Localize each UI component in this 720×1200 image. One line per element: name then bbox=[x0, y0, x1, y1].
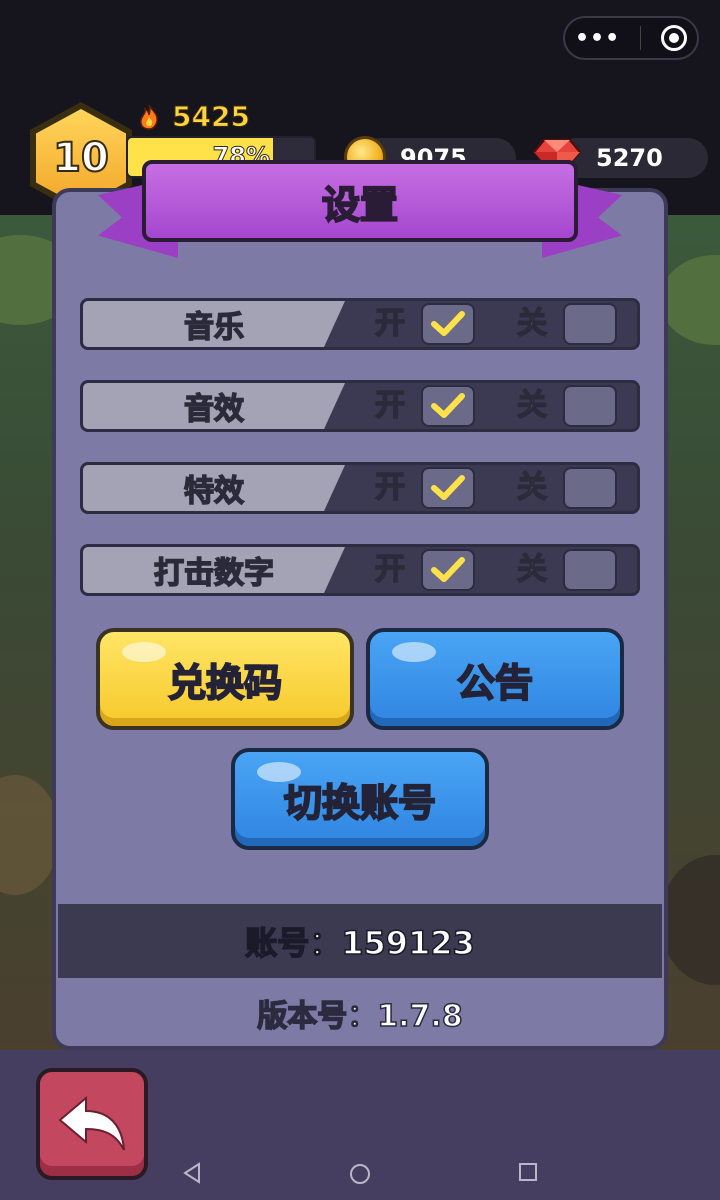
music-on-checkbox[interactable] bbox=[421, 303, 475, 345]
setting-label: 打击数字 bbox=[153, 555, 275, 592]
off-label: 关 bbox=[516, 469, 548, 506]
capsule-divider bbox=[640, 26, 642, 50]
background-foliage bbox=[660, 855, 720, 985]
setting-row-damage-numbers: 打击数字 开 关 bbox=[80, 544, 640, 596]
system-home-icon[interactable] bbox=[348, 1162, 372, 1186]
more-dots-icon[interactable]: ••• bbox=[575, 26, 620, 51]
switch-account-button[interactable]: 切换账号 bbox=[231, 748, 489, 850]
setting-label: 音效 bbox=[183, 391, 245, 428]
setting-row-sound-effects: 音效 开 关 bbox=[80, 380, 640, 432]
redeem-code-label: 兑换码 bbox=[167, 660, 283, 706]
on-label: 开 bbox=[374, 387, 406, 424]
notice-label: 公告 bbox=[456, 660, 534, 706]
button-shine bbox=[392, 642, 436, 662]
effects-off-checkbox[interactable] bbox=[563, 467, 617, 509]
setting-label: 特效 bbox=[183, 473, 245, 510]
background-foliage bbox=[660, 255, 720, 345]
sound-on-checkbox[interactable] bbox=[421, 385, 475, 427]
dialog-title: 设置 bbox=[321, 182, 399, 228]
system-back-icon[interactable] bbox=[182, 1162, 202, 1184]
switch-account-label: 切换账号 bbox=[283, 780, 437, 826]
off-label: 关 bbox=[516, 305, 548, 342]
off-label: 关 bbox=[516, 387, 548, 424]
fire-icon bbox=[140, 104, 158, 130]
setting-label: 音乐 bbox=[183, 309, 245, 346]
back-arrow-icon bbox=[58, 1095, 125, 1151]
sound-off-checkbox[interactable] bbox=[563, 385, 617, 427]
notice-button[interactable]: 公告 bbox=[366, 628, 624, 730]
damage-numbers-on-checkbox[interactable] bbox=[421, 549, 475, 591]
on-label: 开 bbox=[374, 551, 406, 588]
music-off-checkbox[interactable] bbox=[563, 303, 617, 345]
redeem-code-button[interactable]: 兑换码 bbox=[96, 628, 354, 730]
checkmark-icon bbox=[431, 393, 465, 418]
checkmark-icon bbox=[431, 311, 465, 336]
version-number: 版本号：1.7.8 bbox=[257, 998, 464, 1035]
on-label: 开 bbox=[374, 469, 406, 506]
target-circle-icon[interactable] bbox=[661, 25, 688, 51]
fire-value: 5425 bbox=[172, 100, 251, 134]
account-id: 账号：159123 bbox=[58, 904, 662, 978]
checkmark-icon bbox=[431, 557, 465, 582]
off-label: 关 bbox=[516, 551, 548, 588]
effects-on-checkbox[interactable] bbox=[421, 467, 475, 509]
setting-row-music: 音乐 开 关 bbox=[80, 298, 640, 350]
on-label: 开 bbox=[374, 305, 406, 342]
back-button[interactable] bbox=[36, 1068, 148, 1180]
system-recents-icon[interactable] bbox=[518, 1162, 538, 1182]
dialog-title-ribbon: 设置 bbox=[142, 160, 578, 242]
button-shine bbox=[257, 762, 301, 782]
damage-numbers-off-checkbox[interactable] bbox=[563, 549, 617, 591]
gem-value: 5270 bbox=[596, 144, 663, 172]
setting-row-visual-effects: 特效 开 关 bbox=[80, 462, 640, 514]
mini-program-capsule: ••• bbox=[563, 16, 699, 60]
checkmark-icon bbox=[431, 475, 465, 500]
button-shine bbox=[122, 642, 166, 662]
background-foliage bbox=[0, 775, 60, 895]
